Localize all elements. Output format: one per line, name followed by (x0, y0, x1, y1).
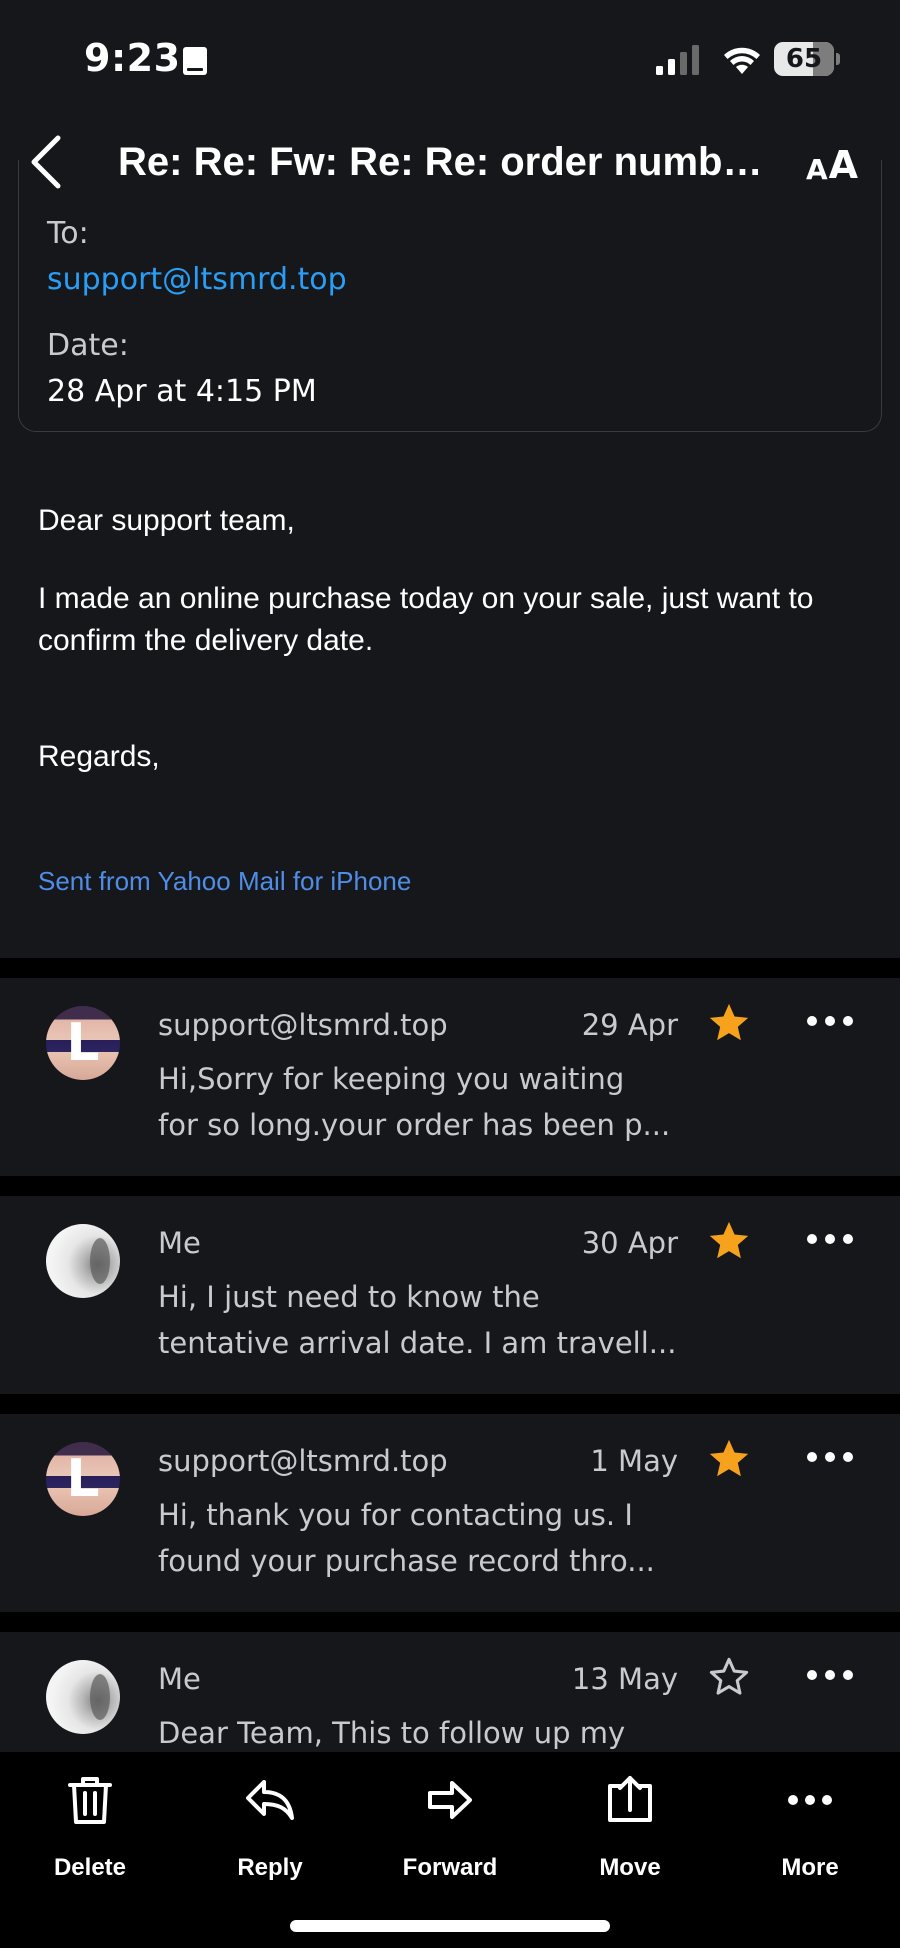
more-options-icon[interactable] (806, 1450, 854, 1464)
thread-preview: Hi, I just need to know the tentative ar… (158, 1274, 678, 1366)
thread-sender: support@ltsmrd.top (158, 1008, 448, 1042)
signature-link[interactable]: Sent from Yahoo Mail for iPhone (38, 860, 868, 902)
email-thread-screen: 9:23 65 Re: Re: Fw: Re: Re: order number… (0, 0, 900, 1948)
message-greeting: Dear support team, (38, 504, 295, 537)
reading-book-icon (183, 47, 207, 75)
message-text: I made an online purchase today on your … (38, 582, 814, 657)
star-filled-icon[interactable] (706, 1218, 752, 1264)
thread-message-item[interactable]: L support@ltsmrd.top 29 Apr Hi,Sorry for… (0, 978, 900, 1176)
avatar-letter: L (66, 1449, 100, 1509)
thread-message-item[interactable]: Me 30 Apr Hi, I just need to know the te… (0, 1196, 900, 1394)
thread-preview: Hi, thank you for contacting us. I found… (158, 1492, 678, 1584)
cellular-signal-icon (656, 45, 699, 75)
message-details-card: To: support@ltsmrd.top Date: 28 Apr at 4… (18, 160, 882, 432)
divider (0, 1176, 900, 1196)
move-label: Move (599, 1854, 661, 1881)
status-time: 9:23 (84, 36, 181, 80)
star-filled-icon[interactable] (706, 1436, 752, 1482)
reply-arrow-icon (246, 1780, 294, 1820)
thread-date: 1 May (590, 1444, 678, 1478)
preview-line: Hi,Sorry for keeping you waiting (158, 1062, 625, 1096)
forward-label: Forward (402, 1854, 498, 1881)
reply-label: Reply (237, 1854, 303, 1881)
thread-message-item[interactable]: L support@ltsmrd.top 1 May Hi, thank you… (0, 1414, 900, 1612)
thread-sender: Me (158, 1662, 201, 1696)
preview-line: found your purchase record thro... (158, 1544, 655, 1578)
to-label: To: (47, 216, 89, 251)
avatar: L (46, 1006, 120, 1080)
move-folder-icon (608, 1776, 652, 1822)
divider (0, 1394, 900, 1414)
preview-line: Dear Team, This to follow up my (158, 1716, 626, 1750)
reply-button[interactable]: Reply (200, 1774, 340, 1894)
more-options-icon[interactable] (806, 1232, 854, 1246)
forward-arrow-icon (428, 1781, 472, 1819)
thread-preview: Dear Team, This to follow up my (158, 1710, 678, 1756)
thread-sender: support@ltsmrd.top (158, 1444, 448, 1478)
home-indicator[interactable] (290, 1920, 610, 1932)
thread-preview: Hi,Sorry for keeping you waiting for so … (158, 1056, 678, 1148)
thread-date: 29 Apr (581, 1008, 678, 1042)
trash-icon (68, 1777, 112, 1824)
bottom-toolbar: Delete Reply Forward Move More (0, 1752, 900, 1948)
star-outline-icon[interactable] (706, 1654, 752, 1700)
to-address-link[interactable]: support@ltsmrd.top (47, 262, 347, 297)
date-label: Date: (47, 328, 129, 363)
more-dots-icon (788, 1795, 832, 1805)
more-label: More (781, 1854, 839, 1881)
move-button[interactable]: Move (560, 1774, 700, 1894)
delete-button[interactable]: Delete (20, 1774, 160, 1894)
star-filled-icon[interactable] (706, 1000, 752, 1046)
status-bar: 9:23 65 (0, 0, 900, 120)
preview-line: tentative arrival date. I am travell... (158, 1326, 677, 1360)
wifi-icon (724, 47, 760, 74)
thread-date: 30 Apr (581, 1226, 678, 1260)
divider (0, 958, 900, 978)
more-options-icon[interactable] (806, 1014, 854, 1028)
battery-level: 65 (785, 44, 823, 74)
divider (0, 1612, 900, 1632)
thread-sender: Me (158, 1226, 201, 1260)
battery-indicator: 65 (774, 42, 840, 76)
more-button[interactable]: More (740, 1774, 880, 1894)
preview-line: for so long.your order has been p... (158, 1108, 671, 1142)
preview-line: Hi, I just need to know the (158, 1280, 540, 1314)
message-regards: Regards, (38, 740, 160, 773)
date-value: 28 Apr at 4:15 PM (47, 374, 317, 409)
delete-label: Delete (53, 1854, 127, 1881)
thread-date: 13 May (571, 1662, 678, 1696)
forward-button[interactable]: Forward (380, 1774, 520, 1894)
avatar (46, 1224, 120, 1298)
avatar (46, 1660, 120, 1734)
avatar-letter: L (66, 1013, 100, 1073)
avatar: L (46, 1442, 120, 1516)
preview-line: Hi, thank you for contacting us. I (158, 1498, 633, 1532)
more-options-icon[interactable] (806, 1668, 854, 1682)
